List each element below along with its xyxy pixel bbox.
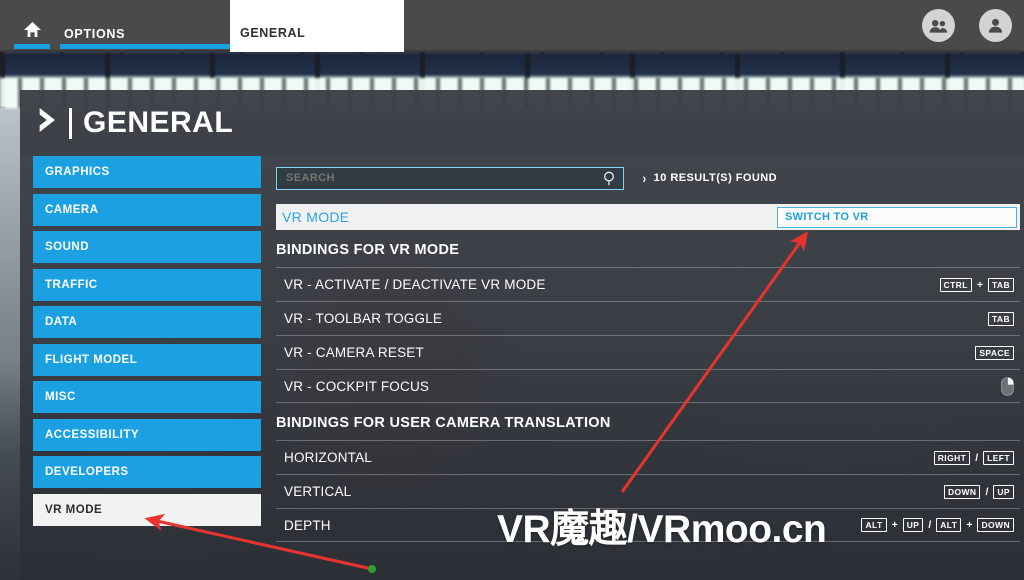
section-title: BINDINGS FOR VR MODE — [276, 242, 460, 258]
sidebar-item-camera[interactable]: CAMERA — [33, 193, 261, 226]
key-plus-separator: + — [891, 519, 898, 531]
binding-keys: RIGHT / LEFT — [933, 450, 1014, 465]
binding-row[interactable]: HORIZONTAL RIGHT / LEFT — [276, 440, 1020, 474]
sidebar-item-label: GRAPHICS — [45, 166, 110, 178]
top-navigation: OPTIONS — [14, 22, 232, 49]
switch-to-vr-label: SWITCH TO VR — [785, 211, 869, 223]
binding-keys: SPACE — [975, 345, 1014, 360]
sidebar-item-label: SOUND — [45, 241, 90, 253]
panel-header: GENERAL — [20, 90, 1024, 156]
search-input[interactable] — [277, 172, 623, 184]
friends-icon[interactable] — [922, 9, 955, 42]
sidebar-item-label: DATA — [45, 316, 78, 328]
nav-tab-options-label: OPTIONS — [64, 27, 126, 41]
tab-general[interactable]: GENERAL — [230, 0, 404, 52]
switch-to-vr-button[interactable]: SWITCH TO VR — [777, 206, 1017, 228]
binding-list: VR - ACTIVATE / DEACTIVATE VR MODE CTRL + T… — [276, 267, 1020, 403]
binding-keys: CTRL + TAB — [939, 277, 1014, 292]
binding-row[interactable]: VR - COCKPIT FOCUS — [276, 369, 1020, 403]
sidebar-item-misc[interactable]: MISC — [33, 381, 261, 413]
profile-icon[interactable] — [979, 9, 1012, 42]
key-badge: UP — [902, 518, 924, 532]
binding-name: VERTICAL — [284, 484, 352, 499]
key-slash-separator: / — [985, 485, 989, 498]
top-bar-icons — [922, 9, 1012, 42]
key-badge: ALT — [936, 518, 962, 532]
key-badge: UP — [993, 484, 1014, 499]
sidebar-item-label: ACCESSIBILITY — [45, 428, 140, 441]
key-slash-separator: / — [975, 451, 979, 464]
title-separator — [69, 107, 72, 139]
binding-name: VR - COCKPIT FOCUS — [284, 378, 430, 394]
sidebar-item-label: FLIGHT MODEL — [45, 353, 138, 366]
watermark-text: VR魔趣/VRmoo.cn — [497, 508, 827, 551]
binding-keys: DOWN / UP — [943, 484, 1014, 499]
binding-row[interactable]: VR - CAMERA RESET SPACE — [276, 335, 1020, 369]
binding-name: DEPTH — [284, 517, 331, 533]
bindings-sections: BINDINGS FOR VR MODE VR - ACTIVATE / DEAC… — [276, 230, 1020, 542]
key-badge: ALT — [861, 518, 887, 532]
results-chevron-icon: › — [642, 170, 647, 186]
key-badge: SPACE — [975, 345, 1014, 360]
key-badge: TAB — [987, 277, 1014, 292]
sidebar-item-data[interactable]: DATA — [33, 306, 261, 338]
key-badge: LEFT — [983, 450, 1014, 465]
key-badge: DOWN — [943, 484, 981, 499]
search-box[interactable] — [276, 166, 624, 191]
nav-tab-options[interactable]: OPTIONS — [60, 27, 232, 49]
sidebar-item-label: VR MODE — [45, 503, 103, 516]
sidebar-item-traffic[interactable]: TRAFFIC — [33, 268, 261, 301]
key-slash-separator: / — [928, 519, 932, 531]
vr-mode-label: VR MODE — [282, 209, 350, 225]
sidebar-item-graphics[interactable]: GRAPHICS — [33, 156, 261, 188]
section-title: BINDINGS FOR USER CAMERA TRANSLATION — [276, 415, 611, 431]
sidebar-item-label: CAMERA — [45, 203, 99, 216]
sidebar-item-label: DEVELOPERS — [45, 466, 129, 478]
binding-keys: TAB — [987, 311, 1014, 326]
key-badge: TAB — [987, 311, 1014, 326]
key-badge: DOWN — [977, 518, 1014, 532]
page-title: GENERAL — [83, 106, 234, 139]
sidebar-item-label: TRAFFIC — [45, 278, 98, 291]
nav-home-underline — [14, 44, 50, 49]
sidebar-item-sound[interactable]: SOUND — [33, 231, 261, 263]
binding-name: VR - CAMERA RESET — [284, 345, 424, 360]
sidebar-item-accessibility[interactable]: ACCESSIBILITY — [33, 418, 261, 451]
vr-mode-header-row: VR MODE SWITCH TO VR — [276, 204, 1020, 230]
binding-keys: ALT + UP / ALT + DOWN — [861, 518, 1014, 532]
binding-name: VR - TOOLBAR TOGGLE — [284, 311, 443, 326]
key-plus-separator: + — [976, 278, 983, 291]
binding-keys — [1001, 376, 1014, 396]
app-root: OPTIONS GENERAL GENERAL GRAPHICS CAMERA … — [0, 0, 1024, 580]
magnifier-icon — [603, 171, 616, 191]
nav-home-button[interactable] — [14, 22, 50, 49]
nav-tab-options-underline — [60, 44, 232, 49]
binding-name: HORIZONTAL — [284, 450, 373, 465]
key-plus-separator: + — [966, 519, 973, 531]
binding-row[interactable]: VR - ACTIVATE / DEACTIVATE VR MODE CTRL + T… — [276, 267, 1020, 301]
tab-general-label: GENERAL — [240, 26, 306, 40]
home-icon — [23, 22, 41, 40]
sidebar: GRAPHICS CAMERA SOUND TRAFFIC DATA FLIGHT MOD… — [20, 156, 262, 580]
binding-row[interactable]: VR - TOOLBAR TOGGLE TAB — [276, 301, 1020, 335]
sidebar-item-developers[interactable]: DEVELOPERS — [33, 456, 261, 488]
sidebar-item-vr-mode[interactable]: VR MODE — [33, 493, 261, 526]
key-badge: RIGHT — [933, 450, 971, 465]
chevron-right-icon — [38, 106, 60, 140]
search-row: › 10 RESULT(S) FOUND — [276, 156, 1020, 200]
top-bar: OPTIONS GENERAL — [0, 0, 1024, 52]
sidebar-item-label: MISC — [45, 391, 76, 403]
mouse-right-button-icon — [1001, 376, 1014, 396]
key-badge: CTRL — [939, 277, 972, 292]
sidebar-item-flight-model[interactable]: FLIGHT MODEL — [33, 343, 261, 376]
binding-name: VR - ACTIVATE / DEACTIVATE VR MODE — [284, 277, 546, 292]
results-count-label: 10 RESULT(S) FOUND — [653, 172, 778, 184]
